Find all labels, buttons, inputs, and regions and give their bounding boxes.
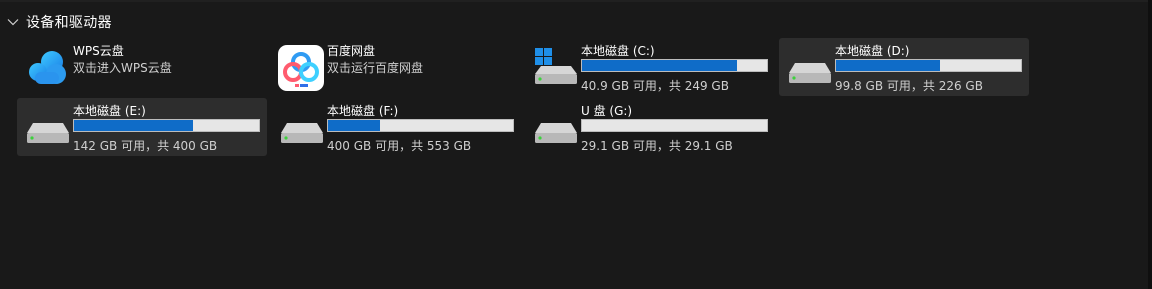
- baidu-netdisk-icon: [278, 45, 324, 91]
- section-title: 设备和驱动器: [26, 15, 112, 31]
- hard-drive-icon: [27, 123, 69, 143]
- drive-space: 142 GB 可用，共 400 GB: [73, 139, 218, 153]
- drive-usage-bar: [581, 59, 768, 72]
- chevron-down-icon[interactable]: [6, 15, 20, 29]
- devices-and-drives-view: 设备和驱动器 WPS云盘 双击进入WPS云盘 百度网盘 双击运行百度网盘 本地磁…: [0, 0, 1152, 289]
- drive-tile-d[interactable]: 本地磁盘 (D:) 99.8 GB 可用，共 226 GB: [779, 38, 1029, 96]
- app-subtitle: 双击运行百度网盘: [327, 61, 424, 75]
- drive-usage-bar: [581, 119, 768, 132]
- drive-name: 本地磁盘 (E:): [73, 104, 146, 118]
- app-tile-baidu-netdisk[interactable]: 百度网盘 双击运行百度网盘: [271, 38, 521, 96]
- section-header[interactable]: 设备和驱动器: [6, 11, 112, 33]
- windows-system-drive-icon: [535, 48, 577, 84]
- hard-drive-icon: [789, 63, 831, 83]
- drive-usage-bar: [327, 119, 514, 132]
- drive-name: 本地磁盘 (D:): [835, 44, 910, 58]
- app-name: 百度网盘: [327, 44, 376, 58]
- drive-space: 99.8 GB 可用，共 226 GB: [835, 79, 983, 93]
- drive-name: 本地磁盘 (F:): [327, 104, 399, 118]
- drive-usage-bar: [835, 59, 1022, 72]
- drive-space: 29.1 GB 可用，共 29.1 GB: [581, 139, 733, 153]
- app-subtitle: 双击进入WPS云盘: [73, 61, 172, 75]
- usage-fill: [836, 60, 940, 71]
- wps-cloud-icon: [29, 51, 66, 84]
- drive-space: 40.9 GB 可用，共 249 GB: [581, 79, 729, 93]
- usage-fill: [74, 120, 194, 131]
- drive-tile-c[interactable]: 本地磁盘 (C:) 40.9 GB 可用，共 249 GB: [525, 38, 775, 96]
- drive-name: U 盘 (G:): [581, 104, 633, 118]
- usage-fill: [582, 60, 738, 71]
- drive-space: 400 GB 可用，共 553 GB: [327, 139, 472, 153]
- drive-usage-bar: [73, 119, 260, 132]
- hard-drive-icon: [281, 123, 323, 143]
- usb-drive-icon: [535, 123, 577, 143]
- usage-fill: [328, 120, 380, 131]
- drive-tile-f[interactable]: 本地磁盘 (F:) 400 GB 可用，共 553 GB: [271, 98, 521, 156]
- drive-tile-e[interactable]: 本地磁盘 (E:) 142 GB 可用，共 400 GB: [17, 98, 267, 156]
- drive-tile-g[interactable]: U 盘 (G:) 29.1 GB 可用，共 29.1 GB: [525, 98, 775, 156]
- app-name: WPS云盘: [73, 44, 124, 58]
- window-edge: [1148, 0, 1152, 289]
- app-tile-wps-cloud[interactable]: WPS云盘 双击进入WPS云盘: [17, 38, 267, 96]
- top-divider: [0, 0, 1148, 2]
- drive-name: 本地磁盘 (C:): [581, 44, 655, 58]
